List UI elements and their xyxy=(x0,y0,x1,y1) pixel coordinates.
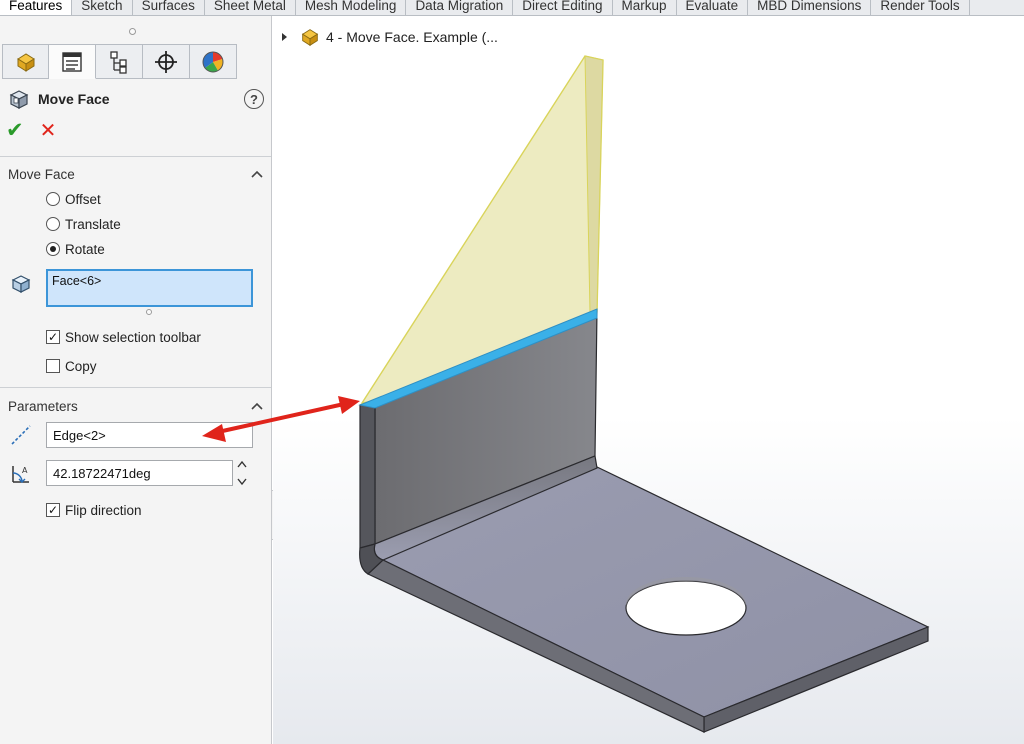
vertical-flange-thickness xyxy=(359,400,376,549)
annotation-arrow-line xyxy=(217,402,345,434)
annotation-arrowhead-left xyxy=(202,424,226,442)
sheet-metal-part-model[interactable] xyxy=(0,0,1024,744)
annotation-arrowhead-right xyxy=(338,396,360,414)
base-hole xyxy=(625,580,747,636)
